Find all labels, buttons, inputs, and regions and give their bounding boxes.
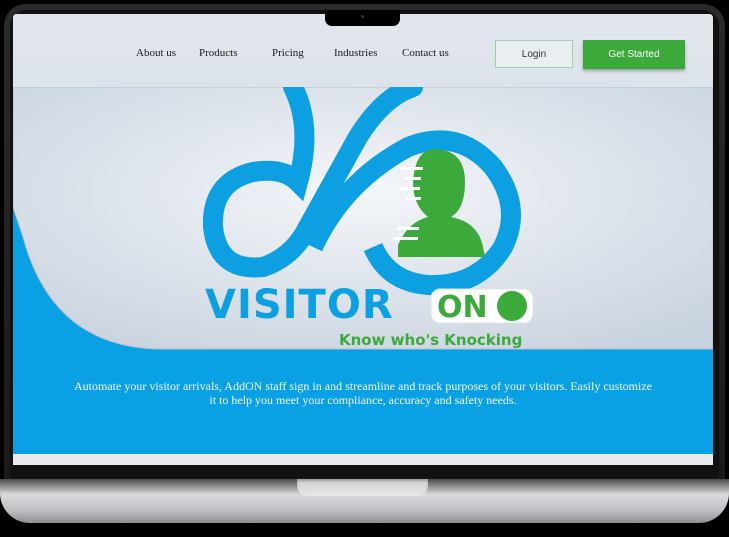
page-bottom-strip: [13, 454, 713, 465]
logo-tagline: Know who's Knocking: [339, 331, 522, 349]
nav-pricing[interactable]: Pricing: [272, 47, 304, 59]
logo-wordmark: VISITOR: [205, 282, 394, 328]
nav-about-us[interactable]: About us: [136, 47, 176, 59]
camera-icon: [361, 15, 364, 18]
hero-graphic: VISITOR ON Know who's Knocking: [13, 87, 713, 350]
logo-badge-text: ON: [437, 290, 488, 325]
nav-products[interactable]: Products: [199, 47, 238, 59]
hero-section: VISITOR ON Know who's Knocking Automate …: [13, 87, 713, 465]
nav-industries[interactable]: Industries: [334, 47, 377, 59]
website-screen: About us Products Pricing Industries Con…: [13, 14, 713, 465]
hero-description: Automate your visitor arrivals, AddON st…: [74, 379, 652, 407]
get-started-button[interactable]: Get Started: [583, 40, 685, 69]
laptop-opening-notch: [297, 479, 428, 496]
login-button[interactable]: Login: [495, 40, 573, 68]
nav-contact-us[interactable]: Contact us: [402, 47, 449, 59]
camera-notch: [325, 10, 400, 26]
